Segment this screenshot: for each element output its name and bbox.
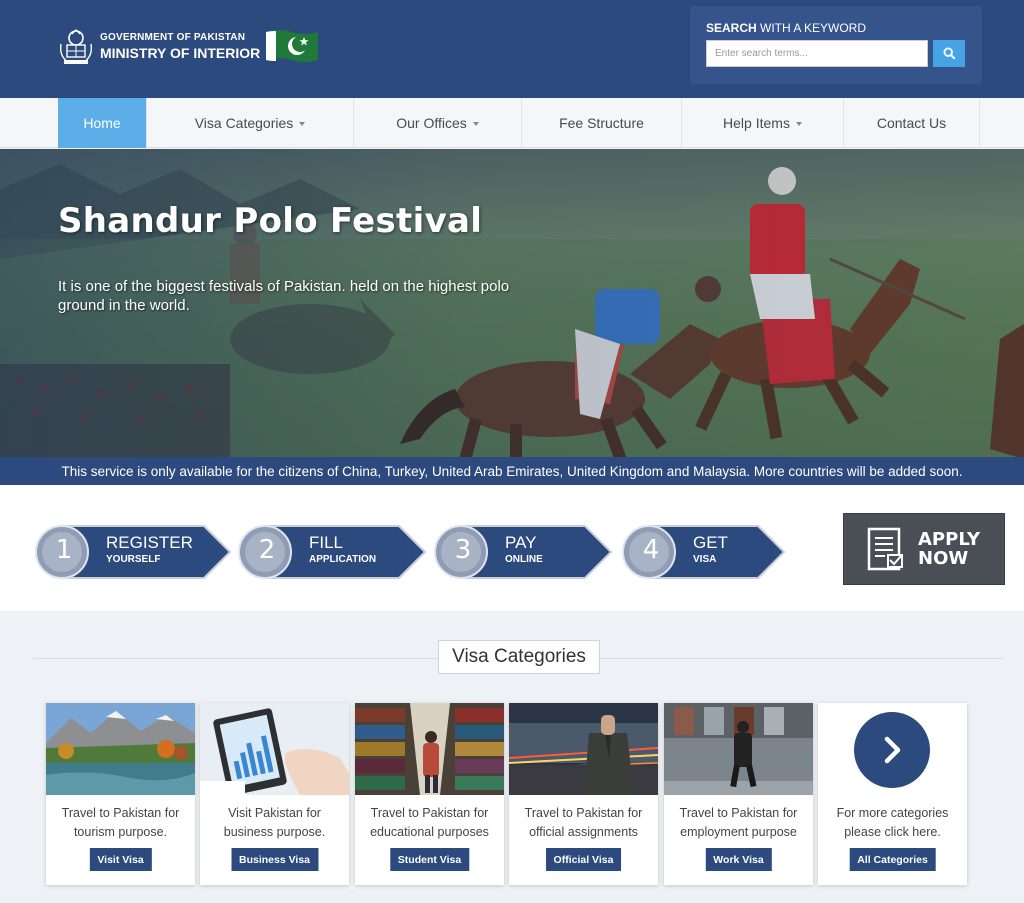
- nav-help-items[interactable]: Help Items: [682, 98, 844, 148]
- step-number: 1: [55, 535, 73, 565]
- step-sub-label: ONLINE: [505, 554, 543, 565]
- search-button[interactable]: [933, 40, 965, 67]
- caret-down-icon: [299, 122, 306, 126]
- visa-card-all-categories: For more categories please click here. A…: [818, 703, 967, 885]
- step-main-label: PAY: [505, 533, 537, 552]
- apply-now-button[interactable]: APPLY NOW: [843, 513, 1005, 585]
- application-steps: 1 REGISTER YOURSELF 2 FILL APPLICATION 3…: [0, 485, 1024, 611]
- service-availability-notice: This service is only available for the c…: [0, 457, 1024, 485]
- step-get-visa[interactable]: 4 GET VISA: [621, 525, 786, 579]
- visa-card-official: Travel to Pakistan for official assignme…: [509, 703, 658, 885]
- visa-card-description: Travel to Pakistan for educational purpo…: [370, 806, 489, 839]
- businessman-city-image: [509, 703, 658, 795]
- nav-fee-structure[interactable]: Fee Structure: [522, 98, 682, 148]
- work-visa-button[interactable]: Work Visa: [705, 848, 772, 871]
- step-number: 4: [642, 535, 660, 565]
- state-emblem-icon: [59, 29, 93, 64]
- search-panel: SEARCH WITH A KEYWORD: [690, 6, 982, 84]
- visa-categories-heading: Visa Categories: [438, 640, 600, 674]
- step-sub-label: VISA: [693, 554, 717, 565]
- official-visa-button[interactable]: Official Visa: [545, 848, 622, 871]
- nav-visa-categories[interactable]: Visa Categories: [147, 98, 354, 148]
- logo-ministry-text: MINISTRY OF INTERIOR: [100, 44, 261, 61]
- all-categories-button[interactable]: All Categories: [849, 848, 936, 871]
- search-label: SEARCH WITH A KEYWORD: [706, 21, 867, 35]
- step-main-label: FILL: [309, 533, 344, 552]
- step-number: 3: [454, 535, 472, 565]
- visa-card-description: For more categories please click here.: [836, 806, 949, 839]
- nav-home[interactable]: Home: [58, 98, 147, 148]
- apply-label-line1: APPLY: [918, 529, 981, 550]
- caret-down-icon: [795, 122, 802, 126]
- visa-card-description: Travel to Pakistan for official assignme…: [524, 806, 643, 839]
- chevron-right-icon: [884, 736, 901, 764]
- tablet-chart-image: [200, 703, 349, 795]
- nav-contact-us[interactable]: Contact Us: [844, 98, 980, 148]
- visit-visa-button[interactable]: Visit Visa: [89, 848, 152, 871]
- step-main-label: REGISTER: [106, 533, 193, 552]
- walking-worker-image: [664, 703, 813, 795]
- visa-card-description: Travel to Pakistan for employment purpos…: [679, 806, 798, 839]
- step-sub-label: YOURSELF: [106, 554, 161, 565]
- search-input[interactable]: [706, 40, 928, 67]
- student-visa-button[interactable]: Student Visa: [389, 848, 470, 871]
- ministry-logo[interactable]: GOVERNMENT OF PAKISTAN MINISTRY OF INTER…: [58, 26, 320, 66]
- step-main-label: GET: [693, 533, 728, 552]
- hero-description: It is one of the biggest festivals of Pa…: [58, 278, 510, 314]
- more-categories-link[interactable]: [854, 712, 930, 788]
- step-pay-online[interactable]: 3 PAY ONLINE: [433, 525, 613, 579]
- visa-card-description: Visit Pakistan for business purpose.: [223, 806, 326, 839]
- logo-government-text: GOVERNMENT OF PAKISTAN: [100, 31, 246, 43]
- hero-overlay: [0, 149, 1024, 485]
- nav-our-offices[interactable]: Our Offices: [354, 98, 522, 148]
- apply-label-line2: NOW: [918, 548, 969, 569]
- caret-down-icon: [472, 122, 479, 126]
- hero-title: Shandur Polo Festival: [58, 201, 483, 241]
- step-number: 2: [258, 535, 276, 565]
- step-fill-application[interactable]: 2 FILL APPLICATION: [237, 525, 427, 579]
- step-sub-label: APPLICATION: [309, 554, 377, 565]
- library-image: [355, 703, 504, 795]
- application-form-icon: [867, 527, 903, 571]
- visa-card-student: Travel to Pakistan for educational purpo…: [355, 703, 504, 885]
- main-nav: Home Visa Categories Our Offices Fee Str…: [0, 98, 1024, 148]
- mountain-lake-image: [46, 703, 195, 795]
- search-icon: [942, 47, 956, 60]
- step-register[interactable]: 1 REGISTER YOURSELF: [34, 525, 232, 579]
- visa-card-visit: Travel to Pakistan for tourism purpose. …: [46, 703, 195, 885]
- visa-card-business: Visit Pakistan for business purpose. Bus…: [200, 703, 349, 885]
- visa-card-description: Travel to Pakistan for tourism purpose.: [61, 806, 180, 839]
- hero-banner: Shandur Polo Festival It is one of the b…: [0, 149, 1024, 485]
- pakistan-flag-icon: [266, 30, 319, 62]
- site-header: GOVERNMENT OF PAKISTAN MINISTRY OF INTER…: [0, 0, 1024, 98]
- business-visa-button[interactable]: Business Visa: [230, 848, 319, 871]
- visa-card-work: Travel to Pakistan for employment purpos…: [664, 703, 813, 885]
